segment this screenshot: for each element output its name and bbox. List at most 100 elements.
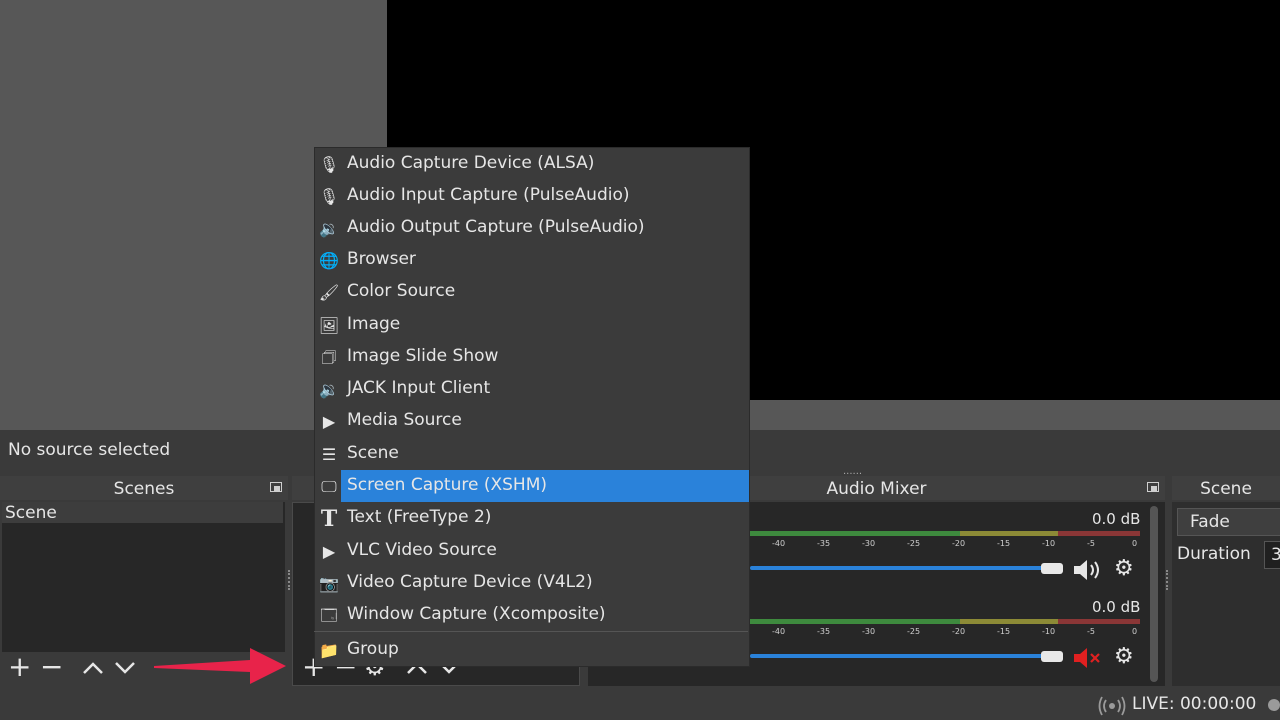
menu-item-label: Audio Output Capture (PulseAudio) [347, 217, 645, 237]
window-icon: 🗔 [320, 606, 338, 625]
channel-1-db-value: 0.0 dB [1092, 510, 1141, 528]
mixer-scrollbar[interactable] [1150, 506, 1158, 682]
channel-1-volume-slider[interactable] [750, 566, 1050, 570]
tick-label: -25 [907, 627, 921, 636]
transitions-dock-title: Scene [1172, 476, 1280, 500]
tick-label: -25 [907, 539, 921, 548]
camera-icon: 📷 [319, 574, 339, 593]
channel-2-volume-slider[interactable] [750, 654, 1050, 658]
duration-label: Duration [1177, 544, 1251, 564]
globe-icon: 🌐 [319, 251, 339, 270]
text-icon: T [320, 506, 338, 532]
tick-label: -10 [1042, 539, 1056, 548]
remove-scene-button[interactable]: − [40, 652, 63, 682]
tick-label: 0 [1132, 627, 1138, 636]
microphone-icon: 🎙 [318, 187, 340, 206]
undock-icon[interactable] [270, 482, 282, 492]
menu-item-color-source[interactable]: 🖌 Color Source [315, 276, 749, 308]
menu-item-text-freetype[interactable]: T Text (FreeType 2) [315, 502, 749, 534]
tick-label: -10 [1042, 627, 1056, 636]
live-broadcast-icon [1098, 696, 1126, 716]
play-icon: ▶ [322, 542, 336, 561]
tick-label: -5 [1087, 627, 1095, 636]
channel-1-meter-red [1058, 531, 1140, 536]
mixer-dock-title-label: Audio Mixer [826, 479, 927, 499]
scene-list-item[interactable]: Scene [2, 502, 283, 523]
menu-item-label: Audio Input Capture (PulseAudio) [347, 185, 630, 205]
menu-item-label: Window Capture (Xcomposite) [347, 604, 606, 624]
menu-item-label: Scene [347, 443, 399, 463]
menu-item-label: Text (FreeType 2) [347, 507, 492, 527]
microphone-icon: 🎙 [318, 155, 340, 174]
tick-label: -30 [862, 539, 876, 548]
duration-input[interactable]: 3 [1264, 541, 1280, 569]
menu-item-video-capture-v4l2[interactable]: 📷 Video Capture Device (V4L2) [315, 567, 749, 599]
channel-1-meter-green [750, 531, 960, 536]
menu-item-screen-capture-xshm[interactable]: Screen Capture (XSHM) [341, 470, 749, 502]
list-icon: ☰ [321, 445, 337, 464]
channel-2-db-value: 0.0 dB [1092, 598, 1141, 616]
move-up-icon[interactable] [82, 661, 104, 675]
menu-separator [314, 631, 748, 632]
menu-item-label: Image Slide Show [347, 346, 499, 366]
muted-speaker-icon[interactable] [1072, 646, 1104, 670]
menu-item-audio-input-capture[interactable]: 🎙 Audio Input Capture (PulseAudio) [315, 180, 749, 212]
status-bar [0, 690, 1280, 720]
channel-2-scale: -40 -35 -30 -25 -20 -15 -10 -5 0 [750, 627, 1140, 637]
menu-item-window-capture[interactable]: 🗔 Window Capture (Xcomposite) [315, 599, 749, 631]
menu-item-media-source[interactable]: ▶ Media Source [315, 405, 749, 437]
tick-label: -20 [952, 627, 966, 636]
tick-label: -35 [817, 627, 831, 636]
menu-item-label: Group [347, 639, 399, 659]
image-icon: 🖼 [318, 316, 340, 335]
speaker-icon[interactable] [1072, 558, 1104, 582]
channel-2-meter-red [1058, 619, 1140, 624]
scenes-dock-title: Scenes [0, 476, 288, 500]
menu-item-image[interactable]: 🖼 Image [315, 309, 749, 341]
transitions-dock-title-label: Scene [1200, 479, 1252, 499]
transition-select[interactable]: Fade [1177, 508, 1280, 536]
tick-label: -15 [997, 539, 1011, 548]
menu-item-scene[interactable]: ☰ Scene [315, 438, 749, 470]
channel-1-volume-handle[interactable] [1041, 563, 1063, 574]
pointer-arrow-annotation [154, 648, 286, 684]
slideshow-icon: 🗇 [321, 348, 337, 367]
tick-label: -30 [862, 627, 876, 636]
menu-item-label: JACK Input Client [347, 378, 491, 398]
menu-item-vlc-video-source[interactable]: ▶ VLC Video Source [315, 535, 749, 567]
tick-label: 0 [1132, 539, 1138, 548]
speaker-icon: 🔉 [319, 380, 339, 399]
menu-item-label: Media Source [347, 410, 462, 430]
menu-item-image-slide-show[interactable]: 🗇 Image Slide Show [315, 341, 749, 373]
menu-item-label: Browser [347, 249, 416, 269]
menu-item-group[interactable]: 📁 Group [315, 634, 749, 666]
add-scene-button[interactable]: + [8, 652, 31, 682]
tick-label: -5 [1087, 539, 1095, 548]
menu-item-label: Audio Capture Device (ALSA) [347, 153, 595, 173]
menu-item-audio-output-capture[interactable]: 🔉 Audio Output Capture (PulseAudio) [315, 212, 749, 244]
play-icon: ▶ [322, 412, 336, 431]
menu-item-label: Video Capture Device (V4L2) [347, 572, 593, 592]
mixer-undock-icon[interactable] [1147, 482, 1159, 492]
channel-1-scale: -40 -35 -30 -25 -20 -15 -10 -5 0 [750, 539, 1140, 549]
channel-1-gear-icon[interactable]: ⚙ [1114, 558, 1134, 580]
tick-label: -35 [817, 539, 831, 548]
menu-item-jack-input-client[interactable]: 🔉 JACK Input Client [315, 373, 749, 405]
scenes-dock-title-label: Scenes [113, 479, 175, 499]
tick-label: -40 [772, 539, 786, 548]
channel-2-meter-yellow [960, 619, 1058, 624]
add-source-menu: 🎙 Audio Capture Device (ALSA) 🎙 Audio In… [314, 147, 750, 667]
menu-item-browser[interactable]: 🌐 Browser [315, 244, 749, 276]
scenes-list[interactable] [2, 502, 285, 652]
channel-2-volume-handle[interactable] [1041, 651, 1063, 662]
no-source-label: No source selected [8, 440, 171, 460]
channel-2-meter-green [750, 619, 960, 624]
live-timer: LIVE: 00:00:00 [1132, 694, 1257, 714]
tick-label: -20 [952, 539, 966, 548]
brush-icon: 🖌 [318, 283, 340, 302]
menu-item-audio-capture-alsa[interactable]: 🎙 Audio Capture Device (ALSA) [315, 148, 749, 180]
channel-2-gear-icon[interactable]: ⚙ [1114, 646, 1134, 668]
dock-resize-handle[interactable] [288, 570, 294, 590]
rec-indicator-icon [1268, 699, 1280, 711]
move-down-icon[interactable] [114, 661, 136, 675]
